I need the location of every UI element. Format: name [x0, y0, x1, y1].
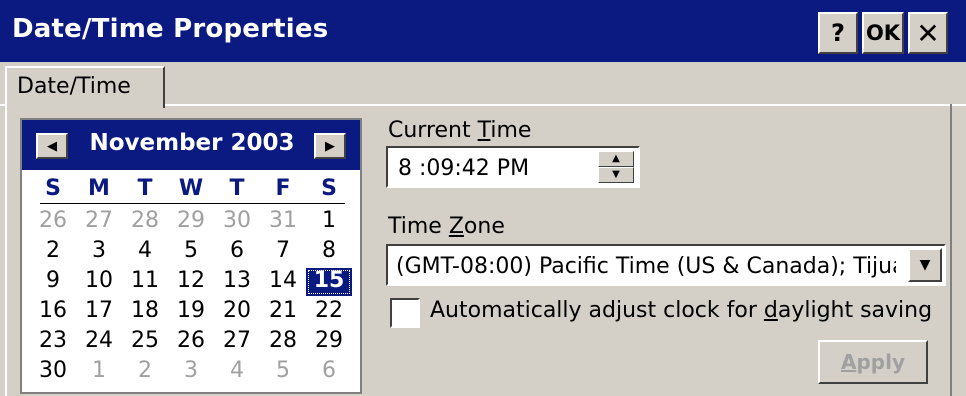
dropdown-button[interactable]: ▼: [908, 248, 942, 282]
previous-month-button[interactable]: ◀: [36, 133, 68, 159]
time-zone-select[interactable]: (GMT-08:00) Pacific Time (US & Canada); …: [386, 244, 946, 286]
tab-strip: Date/Time: [0, 62, 966, 108]
weekday-label: W: [178, 176, 204, 201]
calendar-day[interactable]: 1: [76, 358, 122, 386]
time-zone-value: (GMT-08:00) Pacific Time (US & Canada); …: [396, 254, 896, 279]
calendar-day[interactable]: 30: [214, 208, 260, 236]
calendar-day[interactable]: 4: [122, 238, 168, 266]
weekday-label: S: [45, 176, 61, 201]
calendar-day[interactable]: 27: [214, 328, 260, 356]
weekday-label: S: [321, 176, 337, 201]
calendar-day[interactable]: 17: [76, 298, 122, 326]
apply-button[interactable]: Apply: [818, 340, 928, 384]
arrow-left-icon: ◀: [47, 138, 57, 154]
next-month-button[interactable]: ▶: [314, 133, 346, 159]
calendar-day[interactable]: 18: [122, 298, 168, 326]
calendar-day[interactable]: 28: [122, 208, 168, 236]
calendar-day[interactable]: 30: [30, 358, 76, 386]
panel-left-border: [5, 104, 7, 396]
calendar-day[interactable]: 16: [30, 298, 76, 326]
calendar-day[interactable]: 31: [260, 208, 306, 236]
calendar-day[interactable]: 7: [260, 238, 306, 266]
arrow-up-icon: ▲: [612, 153, 620, 164]
spin-up-button[interactable]: ▲: [598, 151, 634, 167]
calendar-day[interactable]: 6: [214, 238, 260, 266]
calendar-day[interactable]: 20: [214, 298, 260, 326]
current-time-label: Current Time: [388, 118, 532, 143]
calendar-day[interactable]: 26: [168, 328, 214, 356]
ok-button[interactable]: OK: [862, 12, 904, 54]
calendar-day[interactable]: 12: [168, 268, 214, 296]
month-calendar[interactable]: ◀ November 2003 ▶ SMTWTFS 26 27 28 29 30 31 1 2…: [20, 118, 362, 394]
calendar-day[interactable]: 19: [168, 298, 214, 326]
calendar-day[interactable]: 8: [306, 238, 352, 266]
weekday-label: T: [137, 176, 153, 201]
calendar-day[interactable]: 11: [122, 268, 168, 296]
time-spinner[interactable]: ▲ ▼: [598, 151, 634, 183]
calendar-day[interactable]: 1: [306, 208, 352, 236]
calendar-day[interactable]: 2: [30, 238, 76, 266]
tab-date-time[interactable]: Date/Time: [5, 66, 165, 108]
calendar-day[interactable]: 21: [260, 298, 306, 326]
spin-down-button[interactable]: ▼: [598, 167, 634, 183]
calendar-day[interactable]: 15: [306, 268, 352, 296]
calendar-day[interactable]: 3: [76, 238, 122, 266]
calendar-day[interactable]: 2: [122, 358, 168, 386]
calendar-day[interactable]: 28: [260, 328, 306, 356]
calendar-day[interactable]: 27: [76, 208, 122, 236]
calendar-day[interactable]: 22: [306, 298, 352, 326]
calendar-day[interactable]: 9: [30, 268, 76, 296]
title-bar: Date/Time Properties ? OK ✕: [0, 0, 966, 62]
time-value[interactable]: 8 :09:42 PM: [398, 156, 529, 181]
calendar-month-title[interactable]: November 2003: [82, 130, 302, 156]
chevron-down-icon: ▼: [919, 257, 931, 273]
calendar-day[interactable]: 10: [76, 268, 122, 296]
daylight-saving-checkbox[interactable]: [390, 298, 420, 328]
time-zone-label: Time Zone: [388, 214, 505, 239]
calendar-day[interactable]: 4: [214, 358, 260, 386]
calendar-day[interactable]: 29: [306, 328, 352, 356]
weekday-label: T: [229, 176, 245, 201]
calendar-day[interactable]: 5: [168, 238, 214, 266]
current-time-field[interactable]: 8 :09:42 PM ▲ ▼: [386, 146, 640, 188]
daylight-saving-label[interactable]: Automatically adjust clock for daylight …: [430, 298, 932, 323]
calendar-day[interactable]: 13: [214, 268, 260, 296]
calendar-day[interactable]: 24: [76, 328, 122, 356]
calendar-day[interactable]: 5: [260, 358, 306, 386]
calendar-day[interactable]: 29: [168, 208, 214, 236]
arrow-down-icon: ▼: [612, 169, 620, 180]
close-button[interactable]: ✕: [908, 12, 948, 54]
help-button[interactable]: ?: [818, 12, 858, 54]
calendar-day[interactable]: 14: [260, 268, 306, 296]
calendar-day[interactable]: 23: [30, 328, 76, 356]
calendar-day[interactable]: 25: [122, 328, 168, 356]
weekday-label: F: [275, 176, 291, 201]
calendar-day[interactable]: 3: [168, 358, 214, 386]
arrow-right-icon: ▶: [325, 138, 335, 154]
weekday-label: M: [88, 176, 110, 201]
panel-right-border: [950, 104, 952, 396]
calendar-day[interactable]: 6: [306, 358, 352, 386]
window-title: Date/Time Properties: [12, 14, 329, 44]
calendar-header: ◀ November 2003 ▶: [22, 120, 360, 170]
weekday-divider: [40, 203, 345, 204]
weekday-header: S M TWT F S: [22, 176, 360, 204]
calendar-day[interactable]: 26: [30, 208, 76, 236]
